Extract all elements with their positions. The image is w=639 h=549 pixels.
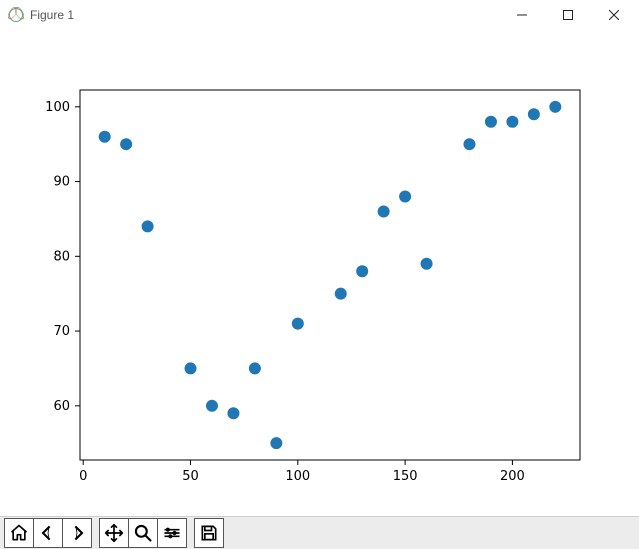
- y-tick-label: 60: [53, 399, 70, 414]
- subplots-button[interactable]: [157, 518, 187, 548]
- pan-icon: [104, 523, 124, 543]
- toolbar-separator: [91, 533, 99, 534]
- data-point: [120, 138, 132, 150]
- y-tick-label: 70: [53, 324, 70, 339]
- pan-button[interactable]: [99, 518, 129, 548]
- zoom-button[interactable]: [128, 518, 158, 548]
- zoom-icon: [133, 523, 153, 543]
- maximize-icon: [563, 10, 573, 20]
- forward-icon: [67, 523, 87, 543]
- data-point: [463, 138, 475, 150]
- back-button[interactable]: [33, 518, 63, 548]
- window-title: Figure 1: [30, 8, 499, 22]
- close-icon: [609, 10, 619, 20]
- save-icon: [199, 523, 219, 543]
- titlebar: Figure 1: [0, 0, 639, 30]
- x-tick-label: 200: [500, 469, 525, 484]
- home-icon: [9, 523, 29, 543]
- data-point: [506, 116, 518, 128]
- data-point: [270, 437, 282, 449]
- matplotlib-toolbar: [0, 516, 639, 549]
- scatter-chart: 0 50 100 150 200 60 70 80 90 100: [0, 30, 639, 511]
- minimize-button[interactable]: [499, 0, 545, 30]
- figure-window: Figure 1 0 50 100 150 200 60 70 80 90 100: [0, 0, 639, 549]
- subplots-icon: [162, 523, 182, 543]
- x-tick-label: 100: [285, 469, 310, 484]
- data-point: [142, 220, 154, 232]
- x-tick-label: 50: [182, 469, 199, 484]
- data-point: [549, 101, 561, 113]
- data-point: [206, 400, 218, 412]
- x-tick-label: 150: [393, 469, 418, 484]
- y-tick-label: 100: [45, 100, 70, 115]
- plot-area[interactable]: 0 50 100 150 200 60 70 80 90 100: [0, 30, 639, 516]
- data-point: [356, 265, 368, 277]
- data-point: [421, 258, 433, 270]
- save-button[interactable]: [194, 518, 224, 548]
- app-icon: [8, 7, 24, 23]
- back-icon: [38, 523, 58, 543]
- minimize-icon: [517, 10, 527, 20]
- data-point: [485, 116, 497, 128]
- data-point: [185, 362, 197, 374]
- data-point: [99, 131, 111, 143]
- toolbar-separator: [186, 533, 194, 534]
- data-point: [378, 205, 390, 217]
- data-point: [292, 318, 304, 330]
- x-tick-label: 0: [79, 469, 87, 484]
- y-tick-label: 80: [53, 249, 70, 264]
- axes-frame: [80, 90, 580, 460]
- data-point: [227, 407, 239, 419]
- home-button[interactable]: [4, 518, 34, 548]
- y-tick-label: 90: [53, 175, 70, 190]
- data-point: [335, 288, 347, 300]
- data-point: [528, 108, 540, 120]
- data-point: [399, 191, 411, 203]
- close-button[interactable]: [591, 0, 637, 30]
- data-point: [249, 362, 261, 374]
- window-controls: [499, 0, 637, 30]
- maximize-button[interactable]: [545, 0, 591, 30]
- forward-button[interactable]: [62, 518, 92, 548]
